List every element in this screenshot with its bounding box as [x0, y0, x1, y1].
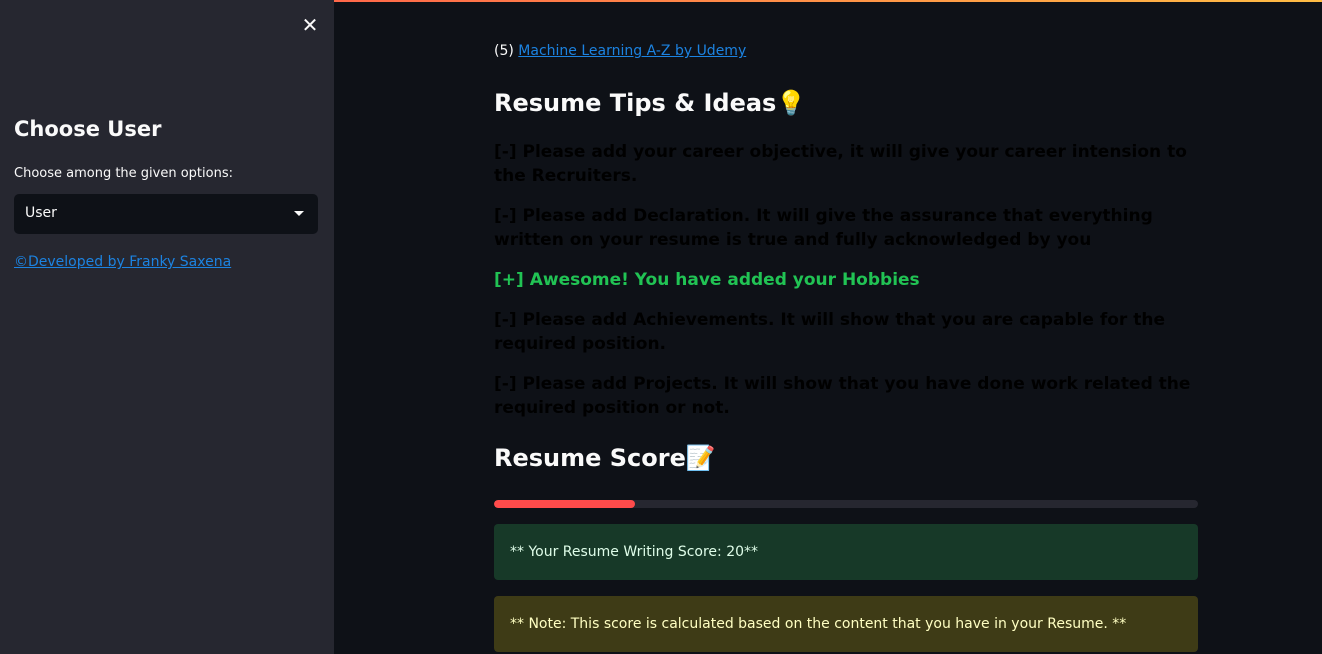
user-select[interactable]: User — [14, 194, 318, 234]
tips-heading: Resume Tips & Ideas💡 — [494, 89, 807, 117]
developer-credit-link[interactable]: ©Developed by Franky Saxena — [14, 254, 231, 270]
course-number: (5) — [494, 43, 514, 59]
course-link[interactable]: Machine Learning A-Z by Udemy — [518, 43, 746, 59]
score-success-message: ** Your Resume Writing Score: 20** — [494, 524, 1198, 580]
tip-achievements: [-] Please add Achievements. It will sho… — [494, 310, 1165, 354]
tip-career-objective: [-] Please add your career objective, it… — [494, 142, 1187, 186]
close-sidebar-button[interactable]: ✕ — [300, 14, 320, 36]
score-note-warning: ** Note: This score is calculated based … — [494, 596, 1198, 652]
chevron-down-icon — [294, 211, 304, 216]
sidebar-title: Choose User — [14, 117, 162, 141]
tip-declaration: [-] Please add Declaration. It will give… — [494, 206, 1153, 250]
sidebar: ✕ Choose User Choose among the given opt… — [0, 0, 334, 654]
select-label: Choose among the given options: — [14, 166, 233, 181]
tip-hobbies: [+] Awesome! You have added your Hobbies — [494, 270, 920, 290]
score-progress-bar — [494, 500, 1198, 508]
score-heading: Resume Score📝 — [494, 444, 716, 472]
course-recommendation: (5) Machine Learning A-Z by Udemy — [494, 43, 746, 59]
user-select-value: User — [25, 205, 57, 221]
score-progress-fill — [494, 500, 635, 508]
tip-projects: [-] Please add Projects. It will show th… — [494, 374, 1191, 418]
